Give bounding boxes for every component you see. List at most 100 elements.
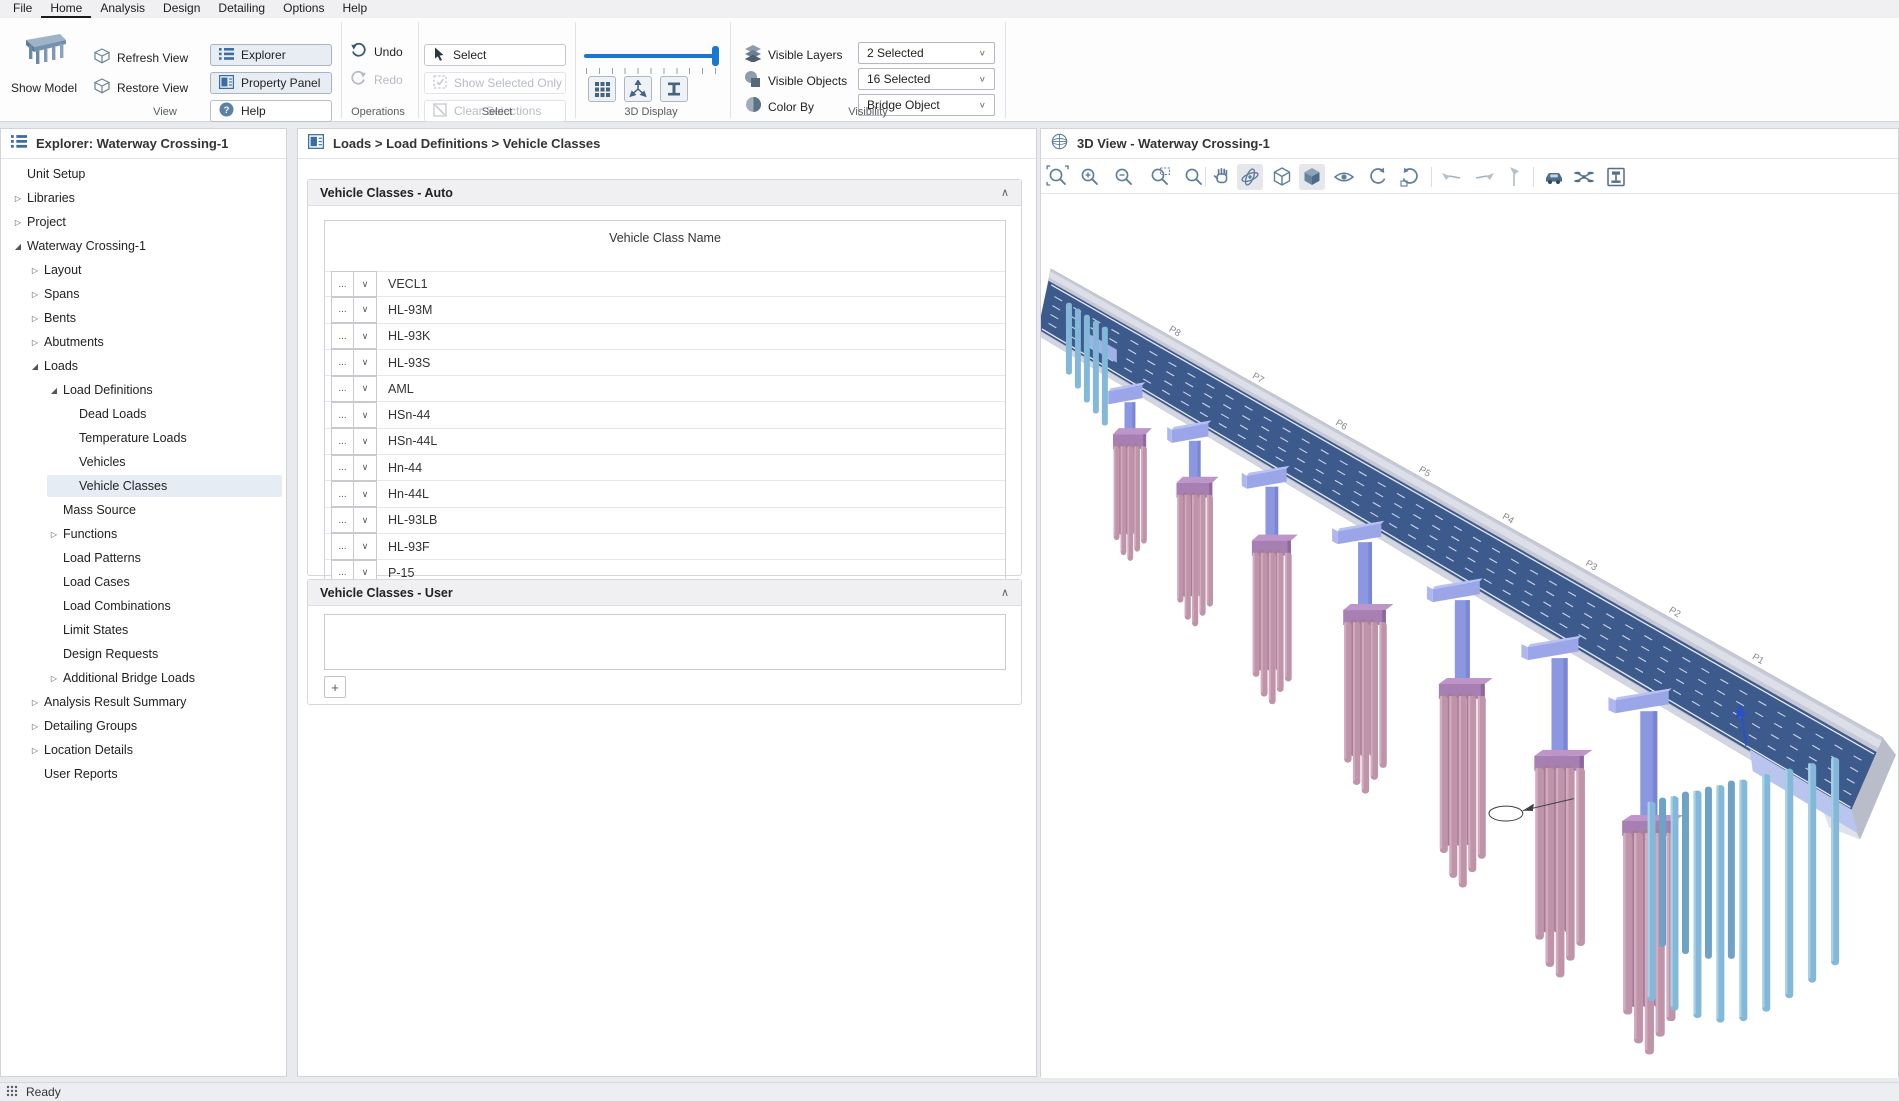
row-more-button[interactable]: ... bbox=[331, 297, 354, 323]
sidebar-item-analysis-result-summary[interactable]: ▷Analysis Result Summary bbox=[1, 690, 286, 714]
redo-button[interactable]: Redo bbox=[350, 70, 403, 90]
row-more-button[interactable]: ... bbox=[331, 402, 354, 428]
show-selected-only-button[interactable]: Show Selected Only bbox=[424, 72, 566, 94]
row-dropdown-button[interactable]: ∨ bbox=[354, 323, 377, 349]
tree-expanded-icon[interactable]: ◢ bbox=[26, 362, 44, 371]
tree-collapsed-icon[interactable]: ▷ bbox=[9, 194, 27, 203]
sidebar-item-limit-states[interactable]: Limit States bbox=[1, 618, 286, 642]
refresh-view-button[interactable]: Refresh View bbox=[94, 48, 188, 67]
restore-view-button[interactable]: Restore View bbox=[94, 78, 188, 97]
menu-options[interactable]: Options bbox=[274, 0, 333, 18]
row-more-button[interactable]: ... bbox=[331, 376, 354, 402]
sidebar-item-bents[interactable]: ▷Bents bbox=[1, 306, 286, 330]
sidebar-item-libraries[interactable]: ▷Libraries bbox=[1, 186, 286, 210]
fly-over-icon[interactable] bbox=[1571, 164, 1597, 190]
row-dropdown-button[interactable]: ∨ bbox=[354, 507, 377, 533]
sidebar-item-unit-setup[interactable]: Unit Setup bbox=[1, 162, 286, 186]
orbit-icon[interactable] bbox=[1237, 164, 1263, 190]
extrude-view-button[interactable] bbox=[624, 76, 652, 102]
sidebar-item-dead-loads[interactable]: Dead Loads bbox=[1, 402, 286, 426]
row-more-button[interactable]: ... bbox=[331, 349, 354, 375]
zoom-dynamic-icon[interactable] bbox=[1181, 164, 1207, 190]
row-dropdown-button[interactable]: ∨ bbox=[354, 481, 377, 507]
tree-collapsed-icon[interactable]: ▷ bbox=[26, 314, 44, 323]
row-more-button[interactable]: ... bbox=[331, 455, 354, 481]
menu-design[interactable]: Design bbox=[154, 0, 209, 18]
sidebar-item-temperature-loads[interactable]: Temperature Loads bbox=[1, 426, 286, 450]
zoom-extents-icon[interactable] bbox=[1045, 164, 1071, 190]
sidebar-item-spans[interactable]: ▷Spans bbox=[1, 282, 286, 306]
tree-collapsed-icon[interactable]: ▷ bbox=[26, 266, 44, 275]
tree-expanded-icon[interactable]: ◢ bbox=[45, 386, 63, 395]
menu-help[interactable]: Help bbox=[333, 0, 376, 18]
zoom-in-icon[interactable] bbox=[1077, 164, 1103, 190]
row-more-button[interactable]: ... bbox=[331, 271, 354, 297]
row-dropdown-button[interactable]: ∨ bbox=[354, 428, 377, 454]
sidebar-item-waterway-crossing-1[interactable]: ◢Waterway Crossing-1 bbox=[1, 234, 286, 258]
zoom-window-icon[interactable] bbox=[1147, 164, 1173, 190]
tree-collapsed-icon[interactable]: ▷ bbox=[9, 218, 27, 227]
sidebar-item-user-reports[interactable]: User Reports bbox=[1, 762, 286, 786]
row-dropdown-button[interactable]: ∨ bbox=[354, 349, 377, 375]
collapse-icon[interactable]: ∧ bbox=[1001, 186, 1009, 199]
menu-detailing[interactable]: Detailing bbox=[209, 0, 274, 18]
row-dropdown-button[interactable]: ∨ bbox=[354, 376, 377, 402]
section-box-icon[interactable] bbox=[1603, 164, 1629, 190]
tree-collapsed-icon[interactable]: ▷ bbox=[26, 290, 44, 299]
tree-collapsed-icon[interactable]: ▷ bbox=[26, 722, 44, 731]
menu-home[interactable]: Home bbox=[41, 0, 91, 18]
sidebar-item-project[interactable]: ▷Project bbox=[1, 210, 286, 234]
sidebar-item-location-details[interactable]: ▷Location Details bbox=[1, 738, 286, 762]
auto-section-header[interactable]: Vehicle Classes - Auto ∧ bbox=[308, 180, 1021, 206]
drive-through-icon[interactable] bbox=[1541, 164, 1567, 190]
grid-display-button[interactable] bbox=[588, 76, 616, 102]
sidebar-item-vehicle-classes[interactable]: Vehicle Classes bbox=[1, 474, 286, 498]
row-more-button[interactable]: ... bbox=[331, 428, 354, 454]
row-more-button[interactable]: ... bbox=[331, 533, 354, 559]
sidebar-item-load-cases[interactable]: Load Cases bbox=[1, 570, 286, 594]
show-model-button[interactable]: Show Model bbox=[6, 22, 82, 114]
select-button[interactable]: Select bbox=[424, 44, 566, 66]
tree-collapsed-icon[interactable]: ▷ bbox=[45, 674, 63, 683]
tree-expanded-icon[interactable]: ◢ bbox=[9, 242, 27, 251]
undo-button[interactable]: Undo bbox=[350, 42, 403, 62]
view-flag-3-icon[interactable] bbox=[1501, 164, 1527, 190]
user-section-header[interactable]: Vehicle Classes - User ∧ bbox=[308, 580, 1021, 606]
tree-collapsed-icon[interactable]: ▷ bbox=[26, 698, 44, 707]
tree-collapsed-icon[interactable]: ▷ bbox=[26, 338, 44, 347]
help-button[interactable]: ? Help bbox=[210, 100, 332, 122]
menu-file[interactable]: File bbox=[4, 0, 41, 18]
cube-solid-icon[interactable] bbox=[1299, 164, 1325, 190]
row-more-button[interactable]: ... bbox=[331, 323, 354, 349]
visible-objects-dropdown[interactable]: 16 Selected ∨ bbox=[858, 68, 995, 90]
row-more-button[interactable]: ... bbox=[331, 481, 354, 507]
3d-display-slider-handle[interactable] bbox=[712, 46, 719, 66]
spin-cw-icon[interactable] bbox=[1365, 164, 1391, 190]
3d-display-slider-track[interactable] bbox=[584, 54, 718, 58]
row-dropdown-button[interactable]: ∨ bbox=[354, 455, 377, 481]
visible-layers-dropdown[interactable]: 2 Selected ∨ bbox=[858, 42, 995, 64]
perspective-icon[interactable] bbox=[1331, 164, 1357, 190]
view-flag-2-icon[interactable] bbox=[1471, 164, 1497, 190]
sidebar-item-functions[interactable]: ▷Functions bbox=[1, 522, 286, 546]
section-display-button[interactable] bbox=[660, 76, 688, 102]
tree-collapsed-icon[interactable]: ▷ bbox=[45, 530, 63, 539]
collapse-icon[interactable]: ∧ bbox=[1001, 586, 1009, 599]
sidebar-item-design-requests[interactable]: Design Requests bbox=[1, 642, 286, 666]
sidebar-item-mass-source[interactable]: Mass Source bbox=[1, 498, 286, 522]
spin-ccw-icon[interactable] bbox=[1397, 164, 1423, 190]
pan-icon[interactable] bbox=[1209, 164, 1235, 190]
row-dropdown-button[interactable]: ∨ bbox=[354, 402, 377, 428]
row-dropdown-button[interactable]: ∨ bbox=[354, 297, 377, 323]
row-dropdown-button[interactable]: ∨ bbox=[354, 271, 377, 297]
view-flag-1-icon[interactable] bbox=[1439, 164, 1465, 190]
add-vehicle-class-button[interactable]: + bbox=[324, 676, 346, 698]
zoom-out-icon[interactable] bbox=[1111, 164, 1137, 190]
menu-analysis[interactable]: Analysis bbox=[91, 0, 154, 18]
sidebar-item-loads[interactable]: ◢Loads bbox=[1, 354, 286, 378]
cube-wireframe-icon[interactable] bbox=[1269, 164, 1295, 190]
sidebar-item-abutments[interactable]: ▷Abutments bbox=[1, 330, 286, 354]
property-panel-toggle-button[interactable]: Property Panel bbox=[210, 72, 332, 94]
explorer-toggle-button[interactable]: Explorer bbox=[210, 44, 332, 66]
sidebar-item-load-patterns[interactable]: Load Patterns bbox=[1, 546, 286, 570]
